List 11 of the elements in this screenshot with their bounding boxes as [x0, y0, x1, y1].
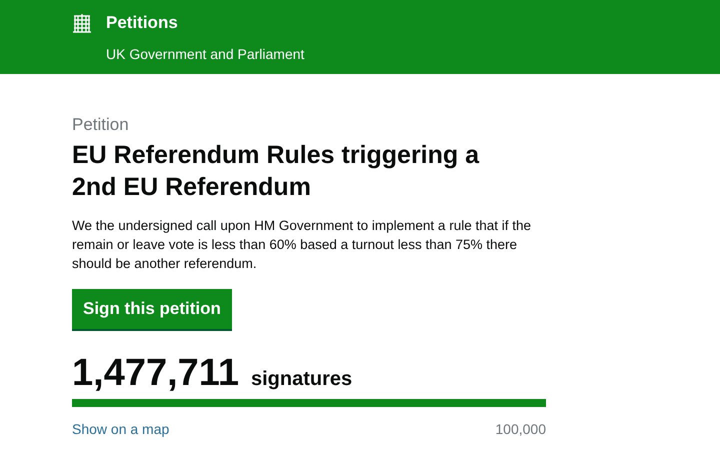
signature-threshold: 100,000: [495, 420, 546, 438]
site-subtitle: UK Government and Parliament: [106, 44, 306, 64]
site-title[interactable]: Petitions: [106, 10, 178, 36]
signature-count: 1,477,711: [72, 350, 239, 394]
petition-label: Petition: [72, 114, 130, 136]
signatures-label: signatures: [250, 366, 352, 392]
show-map-link[interactable]: Show on a map: [72, 418, 170, 440]
petition-title: EU Referendum Rules triggering a 2nd EU Referendum: [72, 140, 480, 202]
portcullis-icon: [72, 12, 92, 34]
sign-petition-button[interactable]: Sign this petition: [72, 288, 232, 328]
petition-description: We the undersigned call upon HM Government to implement a rule that if the remain or leave vote is less than 60% based a turnout less than 75% there should be another referendum.: [72, 216, 532, 272]
